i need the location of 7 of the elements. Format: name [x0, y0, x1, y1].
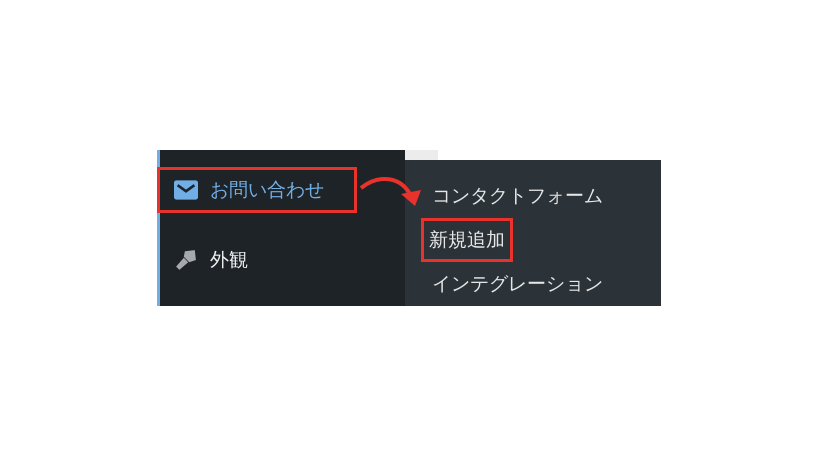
submenu-item[interactable]: インテグレーション: [421, 262, 614, 306]
brush-icon: [174, 249, 198, 271]
sidebar-item[interactable]: お問い合わせ: [157, 167, 357, 213]
submenu-item[interactable]: コンタクトフォーム: [421, 174, 614, 218]
sidebar-item[interactable]: 外観: [157, 237, 357, 283]
mail-icon: [174, 179, 198, 201]
submenu-item[interactable]: 新規追加: [421, 218, 513, 262]
